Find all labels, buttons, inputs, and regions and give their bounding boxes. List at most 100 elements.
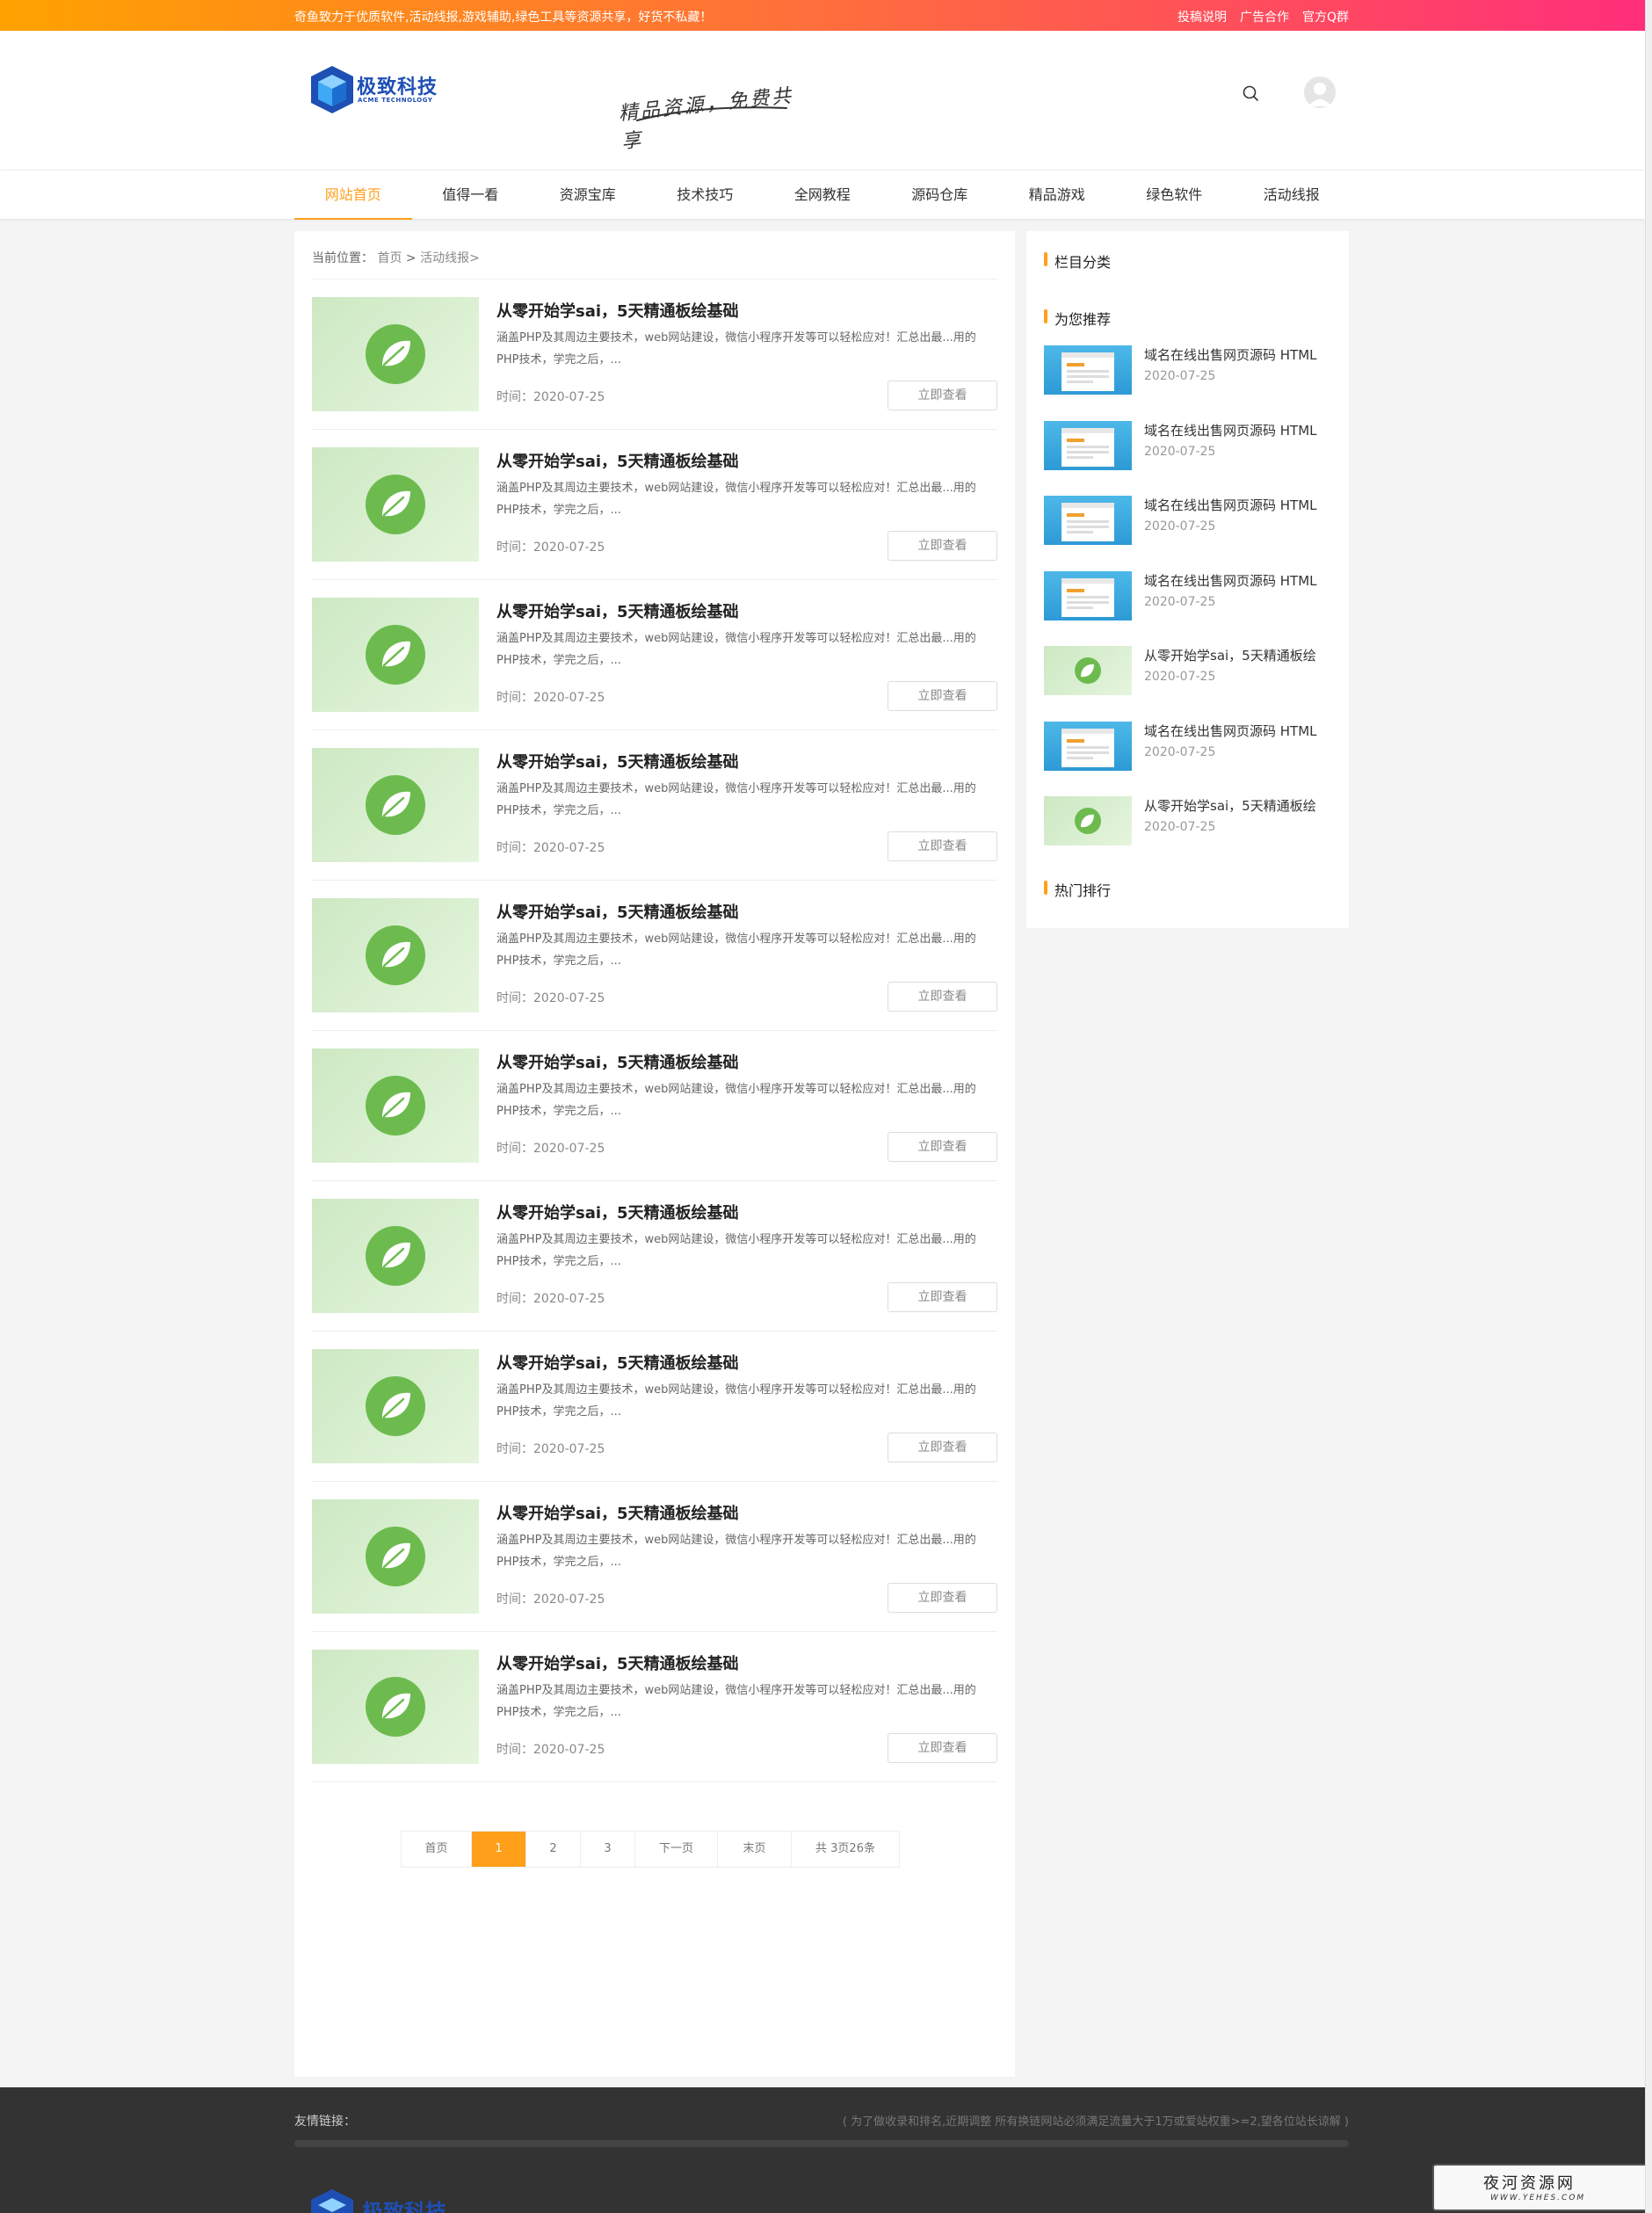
view-now-button[interactable]: 立即查看 bbox=[888, 1733, 997, 1763]
view-now-button[interactable]: 立即查看 bbox=[888, 831, 997, 861]
nav-item-resources[interactable]: 资源宝库 bbox=[529, 171, 647, 220]
view-now-button[interactable]: 立即查看 bbox=[888, 531, 997, 561]
page-1[interactable]: 1 bbox=[472, 1832, 526, 1867]
recommend-title[interactable]: 从零开始学sai，5天精通板绘 bbox=[1144, 796, 1316, 815]
recommend-thumbnail[interactable] bbox=[1044, 721, 1132, 771]
post-title[interactable]: 从零开始学sai，5天精通板绘基础 bbox=[496, 1050, 739, 1073]
post-time: 时间：2020-07-25 bbox=[496, 1442, 605, 1456]
breadcrumb-current[interactable]: 活动线报> bbox=[420, 251, 480, 265]
recommend-title[interactable]: 从零开始学sai，5天精通板绘 bbox=[1144, 646, 1316, 664]
slogan-calligraphy: 精品资源，免费共享 bbox=[618, 62, 795, 154]
recommend-thumbnail[interactable] bbox=[1044, 570, 1132, 620]
top-bar: 奇鱼致力于优质软件,活动线报,游戏辅助,绿色工具等资源共享，好货不私藏！ 投稿说… bbox=[0, 0, 1645, 31]
post-item: 从零开始学sai，5天精通板绘基础 涵盖PHP及其周边主要技术，web网站建设，微… bbox=[312, 1331, 997, 1482]
nav-item-deals[interactable]: 活动线报 bbox=[1233, 171, 1351, 220]
top-slogan: 奇鱼致力于优质软件,活动线报,游戏辅助,绿色工具等资源共享，好货不私藏！ bbox=[294, 11, 713, 25]
friend-links-bar bbox=[294, 2140, 1349, 2147]
nav-item-tutorials[interactable]: 全网教程 bbox=[764, 171, 881, 220]
post-thumbnail[interactable] bbox=[312, 1048, 479, 1163]
recommend-thumbnail[interactable] bbox=[1044, 345, 1132, 395]
post-thumbnail[interactable] bbox=[312, 1199, 479, 1313]
recommend-item[interactable]: 从零开始学sai，5天精通板绘 2020-07-25 bbox=[1044, 646, 1334, 699]
post-title[interactable]: 从零开始学sai，5天精通板绘基础 bbox=[496, 1201, 739, 1223]
page-scrollbar[interactable] bbox=[1645, 0, 1652, 2213]
post-thumbnail[interactable] bbox=[312, 1349, 479, 1463]
top-link-ads[interactable]: 广告合作 bbox=[1240, 8, 1289, 25]
post-time: 时间：2020-07-25 bbox=[496, 691, 605, 705]
recommend-thumbnail[interactable] bbox=[1044, 796, 1132, 845]
post-description: 涵盖PHP及其周边主要技术，web网站建设，微信小程序开发等可以轻松应对！汇总出… bbox=[496, 1233, 976, 1268]
view-now-button[interactable]: 立即查看 bbox=[888, 1433, 997, 1462]
leaf-icon bbox=[366, 1527, 425, 1586]
top-link-submit-guide[interactable]: 投稿说明 bbox=[1177, 8, 1227, 25]
post-title[interactable]: 从零开始学sai，5天精通板绘基础 bbox=[496, 1351, 739, 1374]
recommend-item[interactable]: 从零开始学sai，5天精通板绘 2020-07-25 bbox=[1044, 796, 1334, 849]
webpage-preview-icon bbox=[1061, 577, 1114, 617]
friend-links-note: ( 为了做收录和排名,近期调整 所有换链网站必须满足流量大于1万或爱站权重>=2… bbox=[842, 2115, 1349, 2129]
brush-stroke-icon bbox=[636, 106, 787, 121]
view-now-button[interactable]: 立即查看 bbox=[888, 1282, 997, 1312]
post-title[interactable]: 从零开始学sai，5天精通板绘基础 bbox=[496, 299, 739, 322]
page-last[interactable]: 末页 bbox=[718, 1832, 792, 1867]
logo-text[interactable]: 极致科技 bbox=[357, 71, 438, 99]
recommend-title[interactable]: 域名在线出售网页源码 HTML bbox=[1144, 571, 1317, 590]
nav-item-tech-tips[interactable]: 技术技巧 bbox=[647, 171, 764, 220]
post-thumbnail[interactable] bbox=[312, 748, 479, 862]
page-3[interactable]: 3 bbox=[581, 1832, 635, 1867]
search-icon[interactable] bbox=[1239, 82, 1262, 105]
recommend-thumbnail[interactable] bbox=[1044, 496, 1132, 545]
recommend-item[interactable]: 域名在线出售网页源码 HTML 2020-07-25 bbox=[1044, 496, 1334, 548]
recommend-thumbnail[interactable] bbox=[1044, 420, 1132, 470]
page-2[interactable]: 2 bbox=[526, 1832, 581, 1867]
webpage-preview-icon bbox=[1061, 503, 1114, 541]
watermark-title: 夜河资源网 bbox=[1483, 2174, 1576, 2193]
recommend-title[interactable]: 域名在线出售网页源码 HTML bbox=[1144, 722, 1317, 740]
post-title[interactable]: 从零开始学sai，5天精通板绘基础 bbox=[496, 599, 739, 622]
view-now-button[interactable]: 立即查看 bbox=[888, 381, 997, 410]
footer-logo-text[interactable]: 极致科技 bbox=[362, 2195, 446, 2213]
webpage-preview-icon bbox=[1061, 352, 1114, 391]
recommend-thumbnail[interactable] bbox=[1044, 646, 1132, 695]
view-now-button[interactable]: 立即查看 bbox=[888, 982, 997, 1012]
recommend-title[interactable]: 域名在线出售网页源码 HTML bbox=[1144, 496, 1317, 514]
post-item: 从零开始学sai，5天精通板绘基础涵盖PHP及其周边主要技术，web网站建设，微… bbox=[312, 1181, 997, 1331]
post-thumbnail[interactable] bbox=[312, 598, 479, 712]
recommend-item[interactable]: 域名在线出售网页源码 HTML 2020-07-25 bbox=[1044, 721, 1334, 774]
top-link-qq-group[interactable]: 官方Q群 bbox=[1302, 8, 1349, 25]
view-now-button[interactable]: 立即查看 bbox=[888, 681, 997, 711]
page-first[interactable]: 首页 bbox=[402, 1832, 472, 1867]
post-description: 涵盖PHP及其周边主要技术，web网站建设，微信小程序开发等可以轻松应对！汇总出… bbox=[496, 1083, 976, 1118]
post-title[interactable]: 从零开始学sai，5天精通板绘基础 bbox=[496, 449, 739, 472]
nav-item-home[interactable]: 网站首页 bbox=[294, 171, 412, 220]
nav-item-source-code[interactable]: 源码仓库 bbox=[881, 171, 999, 220]
webpage-preview-icon bbox=[1061, 728, 1114, 767]
recommend-title[interactable]: 域名在线出售网页源码 HTML bbox=[1144, 421, 1317, 439]
user-avatar[interactable] bbox=[1304, 76, 1336, 108]
post-thumbnail[interactable] bbox=[312, 447, 479, 562]
leaf-icon bbox=[366, 775, 425, 835]
post-thumbnail[interactable] bbox=[312, 1499, 479, 1614]
post-title[interactable]: 从零开始学sai，5天精通板绘基础 bbox=[496, 900, 739, 923]
breadcrumb-label: 当前位置： bbox=[312, 251, 373, 265]
post-thumbnail[interactable] bbox=[312, 1650, 479, 1764]
breadcrumb-home[interactable]: 首页 bbox=[377, 251, 402, 265]
post-title[interactable]: 从零开始学sai，5天精通板绘基础 bbox=[496, 750, 739, 773]
recommend-item[interactable]: 域名在线出售网页源码 HTML 2020-07-25 bbox=[1044, 345, 1334, 398]
post-thumbnail[interactable] bbox=[312, 297, 479, 411]
page-next[interactable]: 下一页 bbox=[635, 1832, 718, 1867]
post-thumbnail[interactable] bbox=[312, 898, 479, 1012]
recommend-date: 2020-07-25 bbox=[1144, 444, 1216, 459]
recommend-item[interactable]: 域名在线出售网页源码 HTML 2020-07-25 bbox=[1044, 570, 1334, 624]
view-now-button[interactable]: 立即查看 bbox=[888, 1583, 997, 1613]
nav-item-green-software[interactable]: 绿色软件 bbox=[1116, 171, 1234, 220]
recommend-date: 2020-07-25 bbox=[1144, 744, 1216, 759]
post-description: 涵盖PHP及其周边主要技术，web网站建设，微信小程序开发等可以轻松应对！汇总出… bbox=[496, 1534, 976, 1569]
recommend-title[interactable]: 域名在线出售网页源码 HTML bbox=[1144, 345, 1317, 364]
top-links: 投稿说明 广告合作 官方Q群 bbox=[1177, 8, 1349, 25]
recommend-item[interactable]: 域名在线出售网页源码 HTML 2020-07-25 bbox=[1044, 420, 1334, 474]
nav-item-games[interactable]: 精品游戏 bbox=[998, 171, 1116, 220]
view-now-button[interactable]: 立即查看 bbox=[888, 1132, 997, 1162]
nav-item-worth-seeing[interactable]: 值得一看 bbox=[412, 171, 530, 220]
post-title[interactable]: 从零开始学sai，5天精通板绘基础 bbox=[496, 1651, 739, 1674]
post-title[interactable]: 从零开始学sai，5天精通板绘基础 bbox=[496, 1501, 739, 1524]
